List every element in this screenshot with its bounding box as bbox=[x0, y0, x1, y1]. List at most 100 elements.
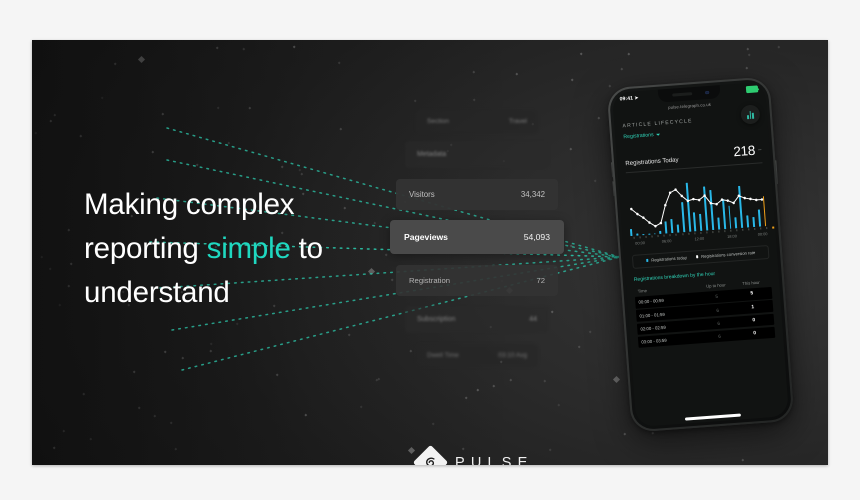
particle bbox=[280, 165, 284, 169]
status-right bbox=[746, 85, 759, 94]
chart-toggle-button[interactable] bbox=[740, 104, 761, 125]
particle bbox=[746, 66, 749, 70]
metric-row-metadata[interactable]: Metadata bbox=[405, 141, 549, 168]
app-content: ARTICLE LIFECYCLE Registrations Registra… bbox=[614, 104, 789, 427]
status-time: 09:41 ➤ bbox=[619, 95, 638, 102]
particle bbox=[347, 333, 351, 337]
metric-dropdown[interactable]: Registrations bbox=[623, 132, 661, 141]
metric-label: Registration bbox=[409, 276, 451, 285]
kpi-right: 218 – bbox=[732, 142, 762, 160]
cell-up-to-hour: 6 bbox=[717, 320, 721, 326]
bar-chart-icon bbox=[746, 110, 754, 119]
axis-tick bbox=[712, 230, 713, 233]
particle bbox=[359, 405, 364, 410]
metric-dropdown-label: Registrations bbox=[623, 132, 654, 141]
particle bbox=[153, 414, 156, 417]
slide: Making complex reporting simple to under… bbox=[0, 0, 860, 500]
legend-swatch bbox=[645, 259, 649, 262]
legend-label: Registrations conversion rate bbox=[700, 250, 756, 260]
headline-line-2: reporting simple to bbox=[84, 227, 394, 271]
metric-label: Pageviews bbox=[404, 232, 448, 242]
metric-row-subscription[interactable]: Subscription 44 bbox=[405, 306, 549, 333]
particle bbox=[515, 72, 519, 76]
particle bbox=[216, 106, 221, 110]
particle bbox=[67, 228, 70, 232]
dark-canvas: Making complex reporting simple to under… bbox=[32, 40, 828, 465]
metric-value: 34,342 bbox=[520, 190, 545, 199]
particle bbox=[169, 421, 173, 426]
chart-plot-area bbox=[627, 173, 767, 236]
axis-tick bbox=[706, 231, 707, 234]
cell-up-to-hour: 6 bbox=[716, 307, 720, 313]
legend-swatch bbox=[695, 255, 699, 259]
particle bbox=[137, 55, 145, 63]
metric-value: Travel bbox=[508, 118, 527, 125]
particle bbox=[41, 255, 44, 259]
line-point bbox=[743, 196, 747, 200]
axis-tick bbox=[760, 227, 761, 230]
particle bbox=[69, 262, 74, 267]
legend-item-conversion-rate: Registrations conversion rate bbox=[695, 250, 756, 260]
cell-time: 01:00 - 01:59 bbox=[639, 311, 665, 319]
axis-tick bbox=[736, 228, 737, 232]
conversion-rate-line bbox=[630, 183, 763, 227]
metric-row-section[interactable]: Section Travel bbox=[416, 110, 538, 133]
particle bbox=[623, 432, 626, 435]
battery-full-icon bbox=[746, 85, 759, 94]
brand-logo: PULSE bbox=[412, 444, 534, 466]
location-arrow-icon: ➤ bbox=[634, 95, 639, 101]
particle bbox=[54, 113, 57, 117]
particle bbox=[113, 62, 118, 66]
particle bbox=[298, 168, 301, 171]
x-tick-label: 18:00 bbox=[726, 232, 738, 239]
legend-item-registrations-today: Registrations today bbox=[645, 255, 687, 263]
metric-label: Section bbox=[427, 118, 449, 125]
metric-label: Visitors bbox=[409, 190, 435, 199]
kpi-block: Registrations Today 218 – bbox=[624, 142, 763, 173]
particle bbox=[248, 106, 251, 109]
particle bbox=[59, 303, 62, 307]
page-title: Making complex reporting simple to under… bbox=[84, 183, 394, 315]
particle bbox=[49, 119, 52, 122]
particle bbox=[778, 45, 781, 49]
cell-time: 00:00 - 00:59 bbox=[638, 298, 664, 306]
column-header-time: Time bbox=[637, 287, 647, 294]
particle bbox=[577, 345, 581, 349]
particle bbox=[472, 98, 476, 102]
axis-tick bbox=[772, 226, 775, 229]
kpi-value: 218 bbox=[732, 142, 756, 160]
particle bbox=[548, 448, 552, 453]
particle bbox=[152, 150, 155, 154]
particle bbox=[62, 429, 65, 432]
particle bbox=[67, 284, 70, 288]
particle bbox=[34, 131, 38, 134]
headline-accent-word: simple bbox=[206, 232, 291, 265]
particle bbox=[375, 378, 378, 381]
particle bbox=[627, 52, 630, 55]
particle bbox=[570, 78, 575, 82]
phone-screen: 09:41 ➤ pulse.telegraph.co.uk ARTICLE LI… bbox=[612, 82, 789, 427]
headline-line-1: Making complex bbox=[84, 188, 295, 221]
metric-row-pageviews[interactable]: Pageviews 54,093 bbox=[390, 220, 564, 254]
cell-this-hour: 0 bbox=[753, 331, 757, 337]
wordmark: PULSE bbox=[455, 454, 534, 466]
axis-tick bbox=[687, 232, 689, 235]
axis-tick bbox=[669, 233, 671, 236]
particle bbox=[243, 47, 246, 51]
registrations-chart[interactable]: 00:00 06:00 12:00 18:00 00:00 bbox=[627, 173, 775, 251]
metric-row-registration[interactable]: Registration 72 bbox=[396, 265, 558, 296]
metric-row-visitors[interactable]: Visitors 34,342 bbox=[396, 179, 558, 210]
particle bbox=[413, 99, 417, 104]
metric-list: Section Travel Metadata Visitors 34,342 … bbox=[390, 110, 572, 430]
axis-tick bbox=[724, 229, 725, 232]
column-header-this-hour: This hour bbox=[742, 279, 760, 286]
particle bbox=[339, 127, 343, 130]
cell-this-hour: 0 bbox=[752, 318, 756, 324]
particle bbox=[195, 163, 200, 168]
chart-line-series bbox=[630, 183, 764, 228]
particle bbox=[579, 52, 584, 56]
metric-row-dwell-time[interactable]: Dwell Time 03:10 Avg bbox=[416, 344, 538, 367]
status-time-text: 09:41 bbox=[619, 95, 634, 103]
particle bbox=[609, 84, 612, 88]
particle bbox=[163, 350, 168, 354]
